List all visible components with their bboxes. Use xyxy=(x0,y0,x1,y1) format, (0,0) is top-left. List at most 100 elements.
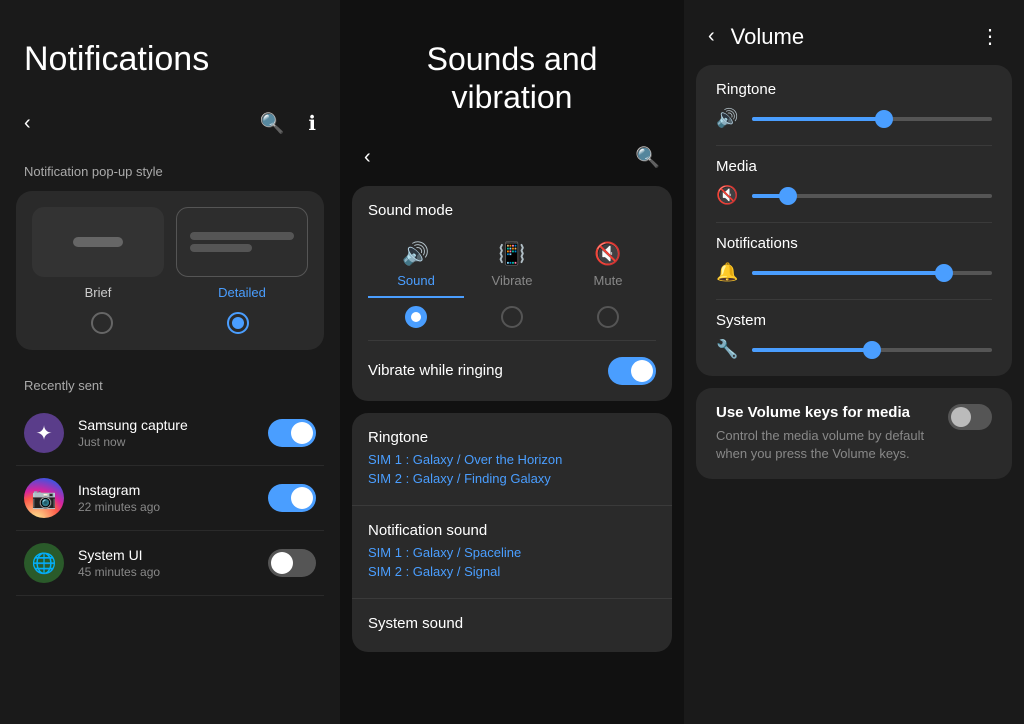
back-button[interactable]: ‹ xyxy=(20,108,35,139)
instagram-toggle[interactable] xyxy=(268,484,316,512)
app-info: Instagram 22 minutes ago xyxy=(78,482,254,514)
sound-mode-mute[interactable]: 🔇 Mute xyxy=(560,233,656,298)
brief-pill xyxy=(73,237,123,247)
notifications-fill xyxy=(752,271,944,275)
brief-label: Brief xyxy=(85,285,112,300)
system-ui-icon: 🌐 xyxy=(24,543,64,583)
ringtone-title: Ringtone xyxy=(368,429,656,446)
app-time: 22 minutes ago xyxy=(78,500,254,514)
system-sound-title: System sound xyxy=(368,615,656,632)
info-button[interactable]: ℹ xyxy=(304,107,320,140)
popup-style-label: Notification pop-up style xyxy=(0,156,340,191)
mute-icon: 🔇 xyxy=(594,241,621,267)
sound-mode-vibrate[interactable]: 📳 Vibrate xyxy=(464,233,560,298)
system-fill xyxy=(752,348,872,352)
notifications-panel: Notifications ‹ 🔍 ℹ Notification pop-up … xyxy=(0,0,340,724)
sounds-title: Sounds and vibration xyxy=(364,40,660,117)
detailed-radio[interactable] xyxy=(176,312,300,334)
popup-options: Brief Detailed xyxy=(32,207,308,300)
sound-radio-circle xyxy=(405,306,427,328)
use-volume-toggle[interactable] xyxy=(948,404,992,430)
use-volume-text: Use Volume keys for media Control the me… xyxy=(716,404,936,463)
notification-sound-title: Notification sound xyxy=(368,522,656,539)
brief-option[interactable]: Brief xyxy=(32,207,164,300)
system-sound-item[interactable]: System sound xyxy=(352,599,672,652)
brief-radio[interactable] xyxy=(40,312,164,334)
sounds-toolbar: ‹ 🔍 xyxy=(340,137,684,186)
sounds-search-button[interactable]: 🔍 xyxy=(631,141,664,174)
app-name: System UI xyxy=(78,547,254,563)
brief-preview xyxy=(32,207,164,277)
vibrate-icon: 📳 xyxy=(498,241,525,267)
ringtone-slider[interactable] xyxy=(752,117,992,121)
vibrate-label: Vibrate xyxy=(492,273,533,288)
notification-sim1: SIM 1 : Galaxy / Spaceline SIM 2 : Galax… xyxy=(368,543,656,582)
vibrate-toggle[interactable] xyxy=(608,357,656,385)
app-list: ✦ Samsung capture Just now 📷 Instagram 2… xyxy=(0,401,340,596)
mute-radio-circle xyxy=(597,306,619,328)
mute-radio[interactable] xyxy=(560,306,656,328)
media-volume-label: Media xyxy=(716,158,992,175)
app-time: 45 minutes ago xyxy=(78,565,254,579)
sound-mode-sound[interactable]: 🔊 Sound xyxy=(368,233,464,298)
detailed-radio-circle xyxy=(227,312,249,334)
sound-label: Sound xyxy=(397,273,435,288)
mute-label: Mute xyxy=(594,273,623,288)
notification-sound-item[interactable]: Notification sound SIM 1 : Galaxy / Spac… xyxy=(352,506,672,599)
ringtone-volume-icon: 🔊 xyxy=(716,108,740,129)
search-button[interactable]: 🔍 xyxy=(255,107,288,140)
volume-back-button[interactable]: ‹ xyxy=(704,21,719,52)
system-slider[interactable] xyxy=(752,348,992,352)
app-time: Just now xyxy=(78,435,254,449)
sounds-panel: Sounds and vibration ‹ 🔍 Sound mode 🔊 So… xyxy=(340,0,684,724)
sound-mode-label: Sound mode xyxy=(368,202,656,219)
system-volume-item: System 🔧 xyxy=(716,312,992,360)
ringtone-card: Ringtone SIM 1 : Galaxy / Over the Horiz… xyxy=(352,413,672,652)
system-toggle[interactable] xyxy=(268,549,316,577)
sounds-back-button[interactable]: ‹ xyxy=(360,142,375,173)
samsung-toggle[interactable] xyxy=(268,419,316,447)
divider xyxy=(716,222,992,223)
popup-style-card: Brief Detailed xyxy=(16,191,324,350)
list-item[interactable]: ✦ Samsung capture Just now xyxy=(16,401,324,466)
recently-sent-label: Recently sent xyxy=(0,366,340,401)
media-thumb xyxy=(779,187,797,205)
list-item[interactable]: 📷 Instagram 22 minutes ago xyxy=(16,466,324,531)
media-volume-item: Media 🔇 xyxy=(716,158,992,206)
sound-icon: 🔊 xyxy=(402,241,429,267)
notifications-thumb xyxy=(935,264,953,282)
detailed-option[interactable]: Detailed xyxy=(176,207,308,300)
system-volume-label: System xyxy=(716,312,992,329)
volume-title: Volume xyxy=(731,24,804,50)
divider xyxy=(716,145,992,146)
system-volume-row: 🔧 xyxy=(716,339,992,360)
volume-card: Ringtone 🔊 Media 🔇 xyxy=(696,65,1012,376)
volume-more-button[interactable]: ⋮ xyxy=(976,20,1004,53)
detail-lines xyxy=(190,232,294,252)
detail-line-2 xyxy=(190,244,252,252)
volume-header: ‹ Volume ⋮ xyxy=(684,0,1024,65)
vibrate-radio[interactable] xyxy=(464,306,560,328)
list-item[interactable]: 🌐 System UI 45 minutes ago xyxy=(16,531,324,596)
notifications-toolbar: ‹ 🔍 ℹ xyxy=(0,99,340,156)
divider xyxy=(716,299,992,300)
volume-panel: ‹ Volume ⋮ Ringtone 🔊 Media 🔇 xyxy=(684,0,1024,724)
notifications-slider[interactable] xyxy=(752,271,992,275)
vibrate-while-ringing-label: Vibrate while ringing xyxy=(368,362,503,379)
media-slider[interactable] xyxy=(752,194,992,198)
detailed-preview xyxy=(176,207,308,277)
use-volume-card[interactable]: Use Volume keys for media Control the me… xyxy=(696,388,1012,479)
ringtone-item[interactable]: Ringtone SIM 1 : Galaxy / Over the Horiz… xyxy=(352,413,672,506)
system-thumb xyxy=(863,341,881,359)
use-volume-title: Use Volume keys for media xyxy=(716,404,936,421)
ringtone-fill xyxy=(752,117,884,121)
app-name: Instagram xyxy=(78,482,254,498)
sound-mode-options: 🔊 Sound 📳 Vibrate 🔇 Mute xyxy=(368,233,656,298)
detail-line-1 xyxy=(190,232,294,240)
instagram-icon: 📷 xyxy=(24,478,64,518)
sound-radio[interactable] xyxy=(368,306,464,328)
notifications-volume-item: Notifications 🔔 xyxy=(716,235,992,283)
vibrate-radio-circle xyxy=(501,306,523,328)
media-volume-row: 🔇 xyxy=(716,185,992,206)
ringtone-volume-label: Ringtone xyxy=(716,81,992,98)
